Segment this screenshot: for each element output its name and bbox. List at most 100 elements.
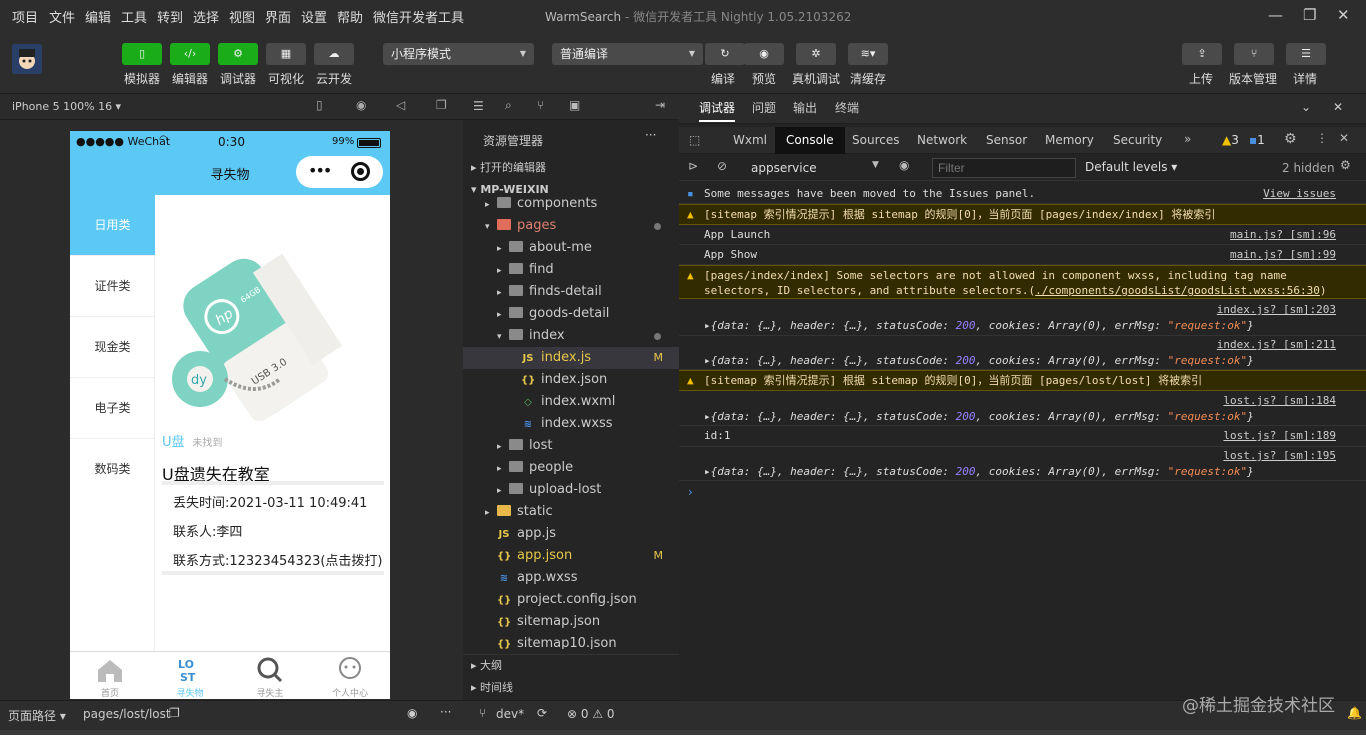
menu-goto[interactable]: 转到 [157,7,183,26]
capsule-menu[interactable]: ••• [296,156,383,188]
menu-interface[interactable]: 界面 [265,7,291,26]
console-row[interactable]: lost.js? [sm]:184 ▸{data: {…}, header: {… [679,392,1366,426]
file-tree-item[interactable]: ▸ finds-detail [463,281,679,303]
menu-tools[interactable]: 工具 [121,7,147,26]
tab-terminal[interactable]: 终端 [835,94,859,122]
sync-icon[interactable]: ⟳ [537,706,547,720]
source-link[interactable]: main.js? [sm]:96 [1230,225,1336,245]
source-link[interactable]: lost.js? [sm]:184 [1223,393,1336,409]
category-digital[interactable]: 数码类 [70,439,155,500]
menu-settings[interactable]: 设置 [301,7,327,26]
tab-console[interactable]: Console [775,127,845,154]
maximize-icon[interactable]: ❐ [1303,6,1316,24]
file-tree-item[interactable]: ▸ about-me [463,237,679,259]
context-select[interactable]: appservice [751,161,817,175]
preview-button[interactable]: ◉ [744,43,784,65]
compile-select[interactable]: 普通编译 ▼ [552,43,703,65]
git-icon[interactable]: ⑂ [537,98,544,112]
menu-view[interactable]: 视图 [229,7,255,26]
item-image[interactable]: hp 64GB USB 3.0 dy [165,229,385,421]
file-tree-item[interactable]: ▸ static [463,501,679,523]
page-path-select[interactable]: 页面路径 ▾ [8,707,66,724]
chevron-down-icon[interactable]: ⌄ [1301,100,1311,114]
tab-debugger[interactable]: 调试器 [699,94,736,122]
more-icon[interactable]: ··· [440,705,451,719]
category-cash[interactable]: 现金类 [70,317,155,378]
timeline-section[interactable]: ▸ 时间线 [463,677,679,699]
tab-find-owner[interactable]: 寻失主 [230,652,310,699]
file-tree-item[interactable]: ▸ lost [463,435,679,457]
open-editors-section[interactable]: ▸ 打开的编辑器 [463,157,679,179]
clear-cache-button[interactable]: ≋▾ [848,43,888,65]
close-icon[interactable]: ✕ [1339,131,1349,145]
phone-icon[interactable]: ▯ [316,98,323,112]
simulator-button[interactable]: ▯ [122,43,162,65]
file-tree-item[interactable]: ▸ upload-lost [463,479,679,501]
visual-button[interactable]: ▦ [266,43,306,65]
source-link[interactable]: lost.js? [sm]:195 [1223,448,1336,464]
file-tree-item[interactable]: {} app.json M [463,545,679,567]
debugger-button[interactable]: ⚙ [218,43,258,65]
category-certificates[interactable]: 证件类 [70,256,155,317]
file-tree-item[interactable]: {} index.json [463,369,679,391]
tab-wxml[interactable]: Wxml [733,127,767,154]
list-icon[interactable]: ☰ [473,99,484,113]
editor-button[interactable]: ‹/› [170,43,210,65]
more-tabs-icon[interactable]: » [1184,132,1191,146]
upload-button[interactable]: ⇪ [1182,43,1222,65]
avatar[interactable] [12,44,42,74]
tab-home[interactable]: 首页 [70,652,150,699]
inspect-icon[interactable]: ⬚ [689,133,700,147]
file-tree-item[interactable]: JS index.js M [463,347,679,369]
version-button[interactable]: ⑂ [1234,43,1274,65]
close-icon[interactable]: ✕ [1333,100,1343,114]
eye-icon[interactable]: ◉ [899,158,909,172]
view-issues-link[interactable]: View issues [1263,184,1336,204]
menu-edit[interactable]: 编辑 [85,7,111,26]
tab-problems[interactable]: 问题 [752,94,776,122]
levels-select[interactable]: Default levels ▾ [1085,160,1177,174]
mode-select[interactable]: 小程序模式 ▼ [383,43,534,65]
search-icon[interactable]: ⌕ [505,98,512,113]
real-debug-button[interactable]: ✲ [796,43,836,65]
menu-file[interactable]: 文件 [49,7,75,26]
category-electronics[interactable]: 电子类 [70,378,155,439]
tab-memory[interactable]: Memory [1045,127,1094,154]
file-tree-item[interactable]: {} sitemap.json [463,611,679,633]
source-link[interactable]: index.js? [sm]:211 [1217,337,1336,353]
copy-icon[interactable]: ❐ [169,706,180,720]
file-tree-item[interactable]: {} sitemap10.json [463,633,679,649]
file-tree-item[interactable]: ▸ people [463,457,679,479]
outline-section[interactable]: ▸ 大纲 [463,654,679,676]
problem-counts[interactable]: ⊗ 0 ⚠ 0 [567,707,615,721]
file-tree-item[interactable]: ▸ components [463,193,679,215]
clear-console-icon[interactable]: ⊘ [717,159,727,173]
tab-security[interactable]: Security [1113,127,1162,154]
detail-button[interactable]: ☰ [1286,43,1326,65]
sidebar-toggle-icon[interactable]: ⊳ [688,159,698,173]
tab-sources[interactable]: Sources [852,127,899,154]
menu-project[interactable]: 项目 [12,7,38,26]
source-link[interactable]: ./components/goodsList/goodsList.wxss:56… [1035,284,1320,297]
cloud-button[interactable]: ☁ [314,43,354,65]
gear-icon[interactable]: ⚙ [1284,131,1297,147]
more-icon[interactable]: ··· [645,128,656,142]
source-link[interactable]: main.js? [sm]:99 [1230,245,1336,265]
record-icon[interactable]: ◉ [356,98,366,112]
category-daily[interactable]: 日用类 [70,195,155,256]
file-tree-item[interactable]: ≋ app.wxss [463,567,679,589]
device-select[interactable]: iPhone 5 100% 16 ▾ [12,100,121,113]
close-capsule-icon[interactable] [351,162,370,181]
more-icon[interactable]: ••• [308,161,332,180]
file-tree-item[interactable]: {} project.config.json [463,589,679,611]
tab-find-item[interactable]: LO ST 寻失物 [150,652,230,699]
menu-wechat-devtools[interactable]: 微信开发者工具 [373,7,464,26]
item-phone[interactable]: 联系方式:12323454323(点击拨打) [173,550,383,569]
eye-icon[interactable]: ◉ [407,706,417,720]
tab-sensor[interactable]: Sensor [986,127,1027,154]
popout-icon[interactable]: ❐ [436,98,447,112]
menu-help[interactable]: 帮助 [337,7,363,26]
kebab-icon[interactable]: ⋮ [1316,131,1328,145]
sound-icon[interactable]: ◁ [396,98,405,112]
source-link[interactable]: index.js? [sm]:203 [1217,302,1336,318]
